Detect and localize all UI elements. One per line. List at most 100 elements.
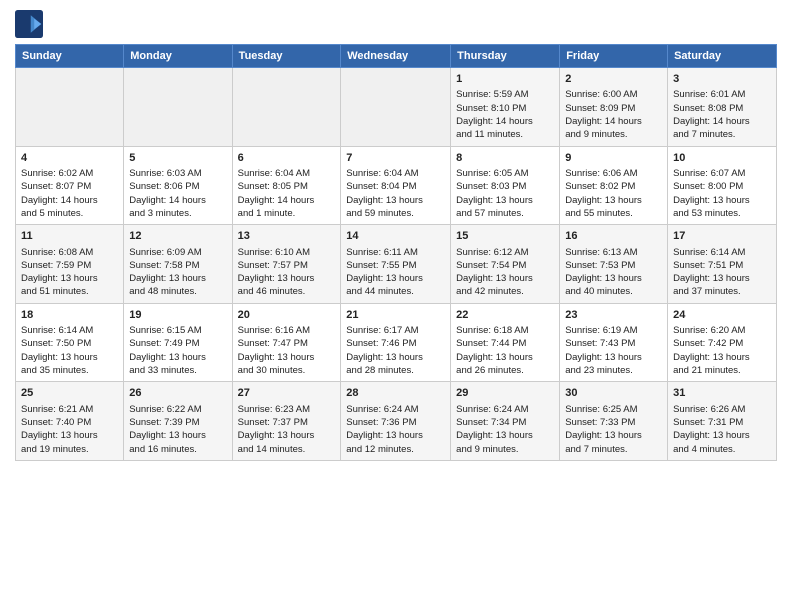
calendar-cell: 11Sunrise: 6:08 AMSunset: 7:59 PMDayligh… [16, 225, 124, 304]
day-info: Sunrise: 5:59 AMSunset: 8:10 PMDaylight:… [456, 88, 554, 141]
day-info: Sunrise: 6:25 AMSunset: 7:33 PMDaylight:… [565, 403, 662, 456]
calendar-cell: 30 Sunrise: 6:25 AMSunset: 7:33 PMDayligh… [560, 382, 668, 461]
calendar-cell [16, 68, 124, 147]
day-number: 31 [673, 386, 771, 401]
day-info: Sunrise: 6:22 AMSunset: 7:39 PMDaylight:… [129, 403, 226, 456]
day-info: Sunrise: 6:09 AMSunset: 7:58 PMDaylight:… [129, 246, 226, 299]
day-info: Sunrise: 6:26 AMSunset: 7:31 PMDaylight:… [673, 403, 771, 456]
day-info: Sunrise: 6:24 AMSunset: 7:34 PMDaylight:… [456, 403, 554, 456]
day-number: 18 [21, 308, 118, 323]
day-number: 30 [565, 386, 662, 401]
day-info: Sunrise: 6:04 AMSunset: 8:05 PMDaylight:… [238, 167, 336, 220]
day-info: Sunrise: 6:12 AMSunset: 7:54 PMDaylight:… [456, 246, 554, 299]
calendar-cell: 4Sunrise: 6:02 AMSunset: 8:07 PMDaylight… [16, 146, 124, 225]
calendar-cell: 6Sunrise: 6:04 AMSunset: 8:05 PMDaylight… [232, 146, 341, 225]
calendar-cell: 1Sunrise: 5:59 AMSunset: 8:10 PMDaylight… [451, 68, 560, 147]
day-number: 14 [346, 229, 445, 244]
day-number: 1 [456, 72, 554, 87]
day-number: 7 [346, 151, 445, 166]
day-info: Sunrise: 6:00 AMSunset: 8:09 PMDaylight:… [565, 88, 662, 141]
calendar-week-5: 25 Sunrise: 6:21 AMSunset: 7:40 PMDayligh… [16, 382, 777, 461]
calendar-cell [124, 68, 232, 147]
header-tuesday: Tuesday [232, 45, 341, 68]
day-number: 24 [673, 308, 771, 323]
day-number: 27 [238, 386, 336, 401]
header-saturday: Saturday [668, 45, 777, 68]
day-number: 21 [346, 308, 445, 323]
day-info: Sunrise: 6:18 AMSunset: 7:44 PMDaylight:… [456, 324, 554, 377]
calendar-week-4: 18Sunrise: 6:14 AMSunset: 7:50 PMDayligh… [16, 303, 777, 382]
calendar-cell: 19Sunrise: 6:15 AMSunset: 7:49 PMDayligh… [124, 303, 232, 382]
header [15, 10, 777, 38]
day-info: Sunrise: 6:01 AMSunset: 8:08 PMDaylight:… [673, 88, 771, 141]
calendar-cell: 28 Sunrise: 6:24 AMSunset: 7:36 PMDayligh… [341, 382, 451, 461]
calendar-cell: 10Sunrise: 6:07 AMSunset: 8:00 PMDayligh… [668, 146, 777, 225]
calendar-cell: 12Sunrise: 6:09 AMSunset: 7:58 PMDayligh… [124, 225, 232, 304]
day-number: 23 [565, 308, 662, 323]
calendar-cell: 17 Sunrise: 6:14 AMSunset: 7:51 PMDayligh… [668, 225, 777, 304]
calendar-cell [232, 68, 341, 147]
day-number: 10 [673, 151, 771, 166]
calendar-cell: 24Sunrise: 6:20 AMSunset: 7:42 PMDayligh… [668, 303, 777, 382]
day-info: Sunrise: 6:15 AMSunset: 7:49 PMDaylight:… [129, 324, 226, 377]
day-info: Sunrise: 6:05 AMSunset: 8:03 PMDaylight:… [456, 167, 554, 220]
day-number: 19 [129, 308, 226, 323]
day-info: Sunrise: 6:11 AMSunset: 7:55 PMDaylight:… [346, 246, 445, 299]
logo-icon [15, 10, 43, 38]
day-info: Sunrise: 6:19 AMSunset: 7:43 PMDaylight:… [565, 324, 662, 377]
day-number: 15 [456, 229, 554, 244]
day-info: Sunrise: 6:14 AMSunset: 7:51 PMDaylight:… [673, 246, 771, 299]
calendar-cell [341, 68, 451, 147]
day-number: 2 [565, 72, 662, 87]
calendar-cell: 20Sunrise: 6:16 AMSunset: 7:47 PMDayligh… [232, 303, 341, 382]
calendar-cell: 5Sunrise: 6:03 AMSunset: 8:06 PMDaylight… [124, 146, 232, 225]
day-number: 6 [238, 151, 336, 166]
day-info: Sunrise: 6:06 AMSunset: 8:02 PMDaylight:… [565, 167, 662, 220]
day-number: 11 [21, 229, 118, 244]
day-info: Sunrise: 6:20 AMSunset: 7:42 PMDaylight:… [673, 324, 771, 377]
calendar-cell: 29 Sunrise: 6:24 AMSunset: 7:34 PMDayligh… [451, 382, 560, 461]
calendar-week-1: 1Sunrise: 5:59 AMSunset: 8:10 PMDaylight… [16, 68, 777, 147]
day-info: Sunrise: 6:10 AMSunset: 7:57 PMDaylight:… [238, 246, 336, 299]
calendar-cell: 13Sunrise: 6:10 AMSunset: 7:57 PMDayligh… [232, 225, 341, 304]
header-monday: Monday [124, 45, 232, 68]
calendar-cell: 9Sunrise: 6:06 AMSunset: 8:02 PMDaylight… [560, 146, 668, 225]
calendar-cell: 27 Sunrise: 6:23 AMSunset: 7:37 PMDayligh… [232, 382, 341, 461]
calendar-cell: 15 Sunrise: 6:12 AMSunset: 7:54 PMDayligh… [451, 225, 560, 304]
day-info: Sunrise: 6:02 AMSunset: 8:07 PMDaylight:… [21, 167, 118, 220]
day-number: 5 [129, 151, 226, 166]
header-sunday: Sunday [16, 45, 124, 68]
day-number: 22 [456, 308, 554, 323]
day-number: 28 [346, 386, 445, 401]
day-number: 3 [673, 72, 771, 87]
calendar-cell: 7Sunrise: 6:04 AMSunset: 8:04 PMDaylight… [341, 146, 451, 225]
calendar-cell: 25 Sunrise: 6:21 AMSunset: 7:40 PMDayligh… [16, 382, 124, 461]
calendar-cell: 31 Sunrise: 6:26 AMSunset: 7:31 PMDayligh… [668, 382, 777, 461]
calendar-cell: 3Sunrise: 6:01 AMSunset: 8:08 PMDaylight… [668, 68, 777, 147]
day-info: Sunrise: 6:04 AMSunset: 8:04 PMDaylight:… [346, 167, 445, 220]
day-number: 8 [456, 151, 554, 166]
calendar-cell: 26 Sunrise: 6:22 AMSunset: 7:39 PMDayligh… [124, 382, 232, 461]
day-info: Sunrise: 6:23 AMSunset: 7:37 PMDaylight:… [238, 403, 336, 456]
day-number: 16 [565, 229, 662, 244]
calendar-cell: 23Sunrise: 6:19 AMSunset: 7:43 PMDayligh… [560, 303, 668, 382]
calendar-week-3: 11Sunrise: 6:08 AMSunset: 7:59 PMDayligh… [16, 225, 777, 304]
calendar-cell: 22Sunrise: 6:18 AMSunset: 7:44 PMDayligh… [451, 303, 560, 382]
day-number: 20 [238, 308, 336, 323]
day-info: Sunrise: 6:21 AMSunset: 7:40 PMDaylight:… [21, 403, 118, 456]
day-number: 25 [21, 386, 118, 401]
header-wednesday: Wednesday [341, 45, 451, 68]
day-info: Sunrise: 6:24 AMSunset: 7:36 PMDaylight:… [346, 403, 445, 456]
calendar-cell: 14 Sunrise: 6:11 AMSunset: 7:55 PMDayligh… [341, 225, 451, 304]
calendar-cell: 18Sunrise: 6:14 AMSunset: 7:50 PMDayligh… [16, 303, 124, 382]
day-number: 17 [673, 229, 771, 244]
day-number: 26 [129, 386, 226, 401]
day-info: Sunrise: 6:16 AMSunset: 7:47 PMDaylight:… [238, 324, 336, 377]
day-info: Sunrise: 6:14 AMSunset: 7:50 PMDaylight:… [21, 324, 118, 377]
logo [15, 10, 47, 38]
day-number: 9 [565, 151, 662, 166]
day-number: 29 [456, 386, 554, 401]
header-friday: Friday [560, 45, 668, 68]
calendar-table: SundayMondayTuesdayWednesdayThursdayFrid… [15, 44, 777, 461]
calendar-cell: 2Sunrise: 6:00 AMSunset: 8:09 PMDaylight… [560, 68, 668, 147]
